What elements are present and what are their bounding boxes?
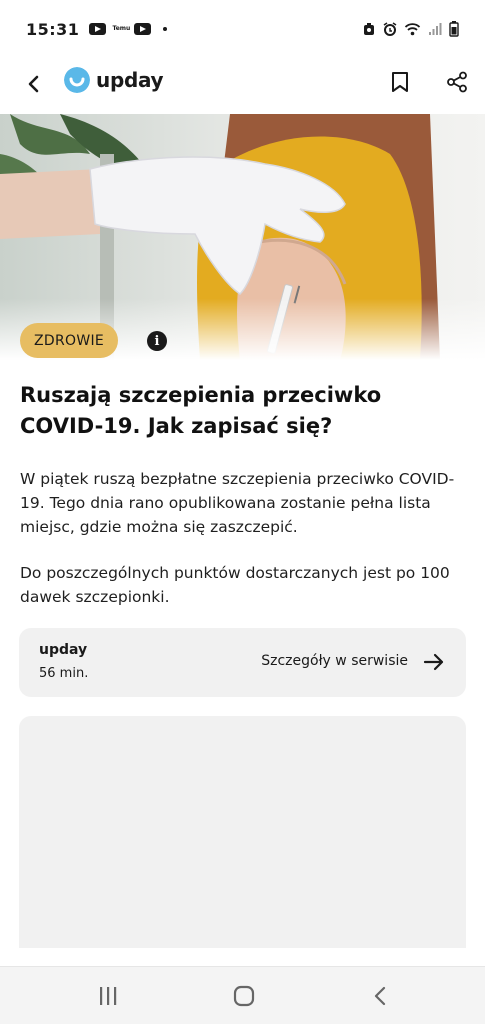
arrow-right-icon[interactable]: [422, 650, 446, 674]
app-header: upday: [0, 58, 485, 114]
back-button[interactable]: [20, 70, 48, 98]
source-card[interactable]: upday 56 min. Szczegóły w serwisie: [19, 628, 466, 697]
battery-icon: [449, 21, 459, 37]
recents-icon[interactable]: [96, 985, 120, 1007]
upday-logo: upday: [64, 67, 164, 93]
youtube-icon: [134, 23, 152, 35]
bookmark-button[interactable]: [386, 68, 414, 96]
article-paragraph: W piątek ruszą bezpłatne szczepienia prz…: [20, 470, 455, 536]
dot-icon: [163, 27, 168, 31]
share-button[interactable]: [443, 68, 471, 96]
source-name: upday: [39, 642, 88, 658]
share-icon: [447, 71, 467, 93]
alarm-clock-icon: [383, 22, 397, 36]
back-chevron-icon[interactable]: [370, 985, 390, 1007]
temu-icon: Temu: [112, 25, 131, 32]
article-title: Ruszają szczepienia przeciwko COVID-19. …: [20, 383, 382, 438]
category-badge[interactable]: ZDROWIE: [20, 323, 119, 358]
youtube-icon: [89, 23, 107, 35]
signal-icon: [429, 23, 442, 35]
chevron-left-icon: [28, 75, 39, 93]
logo-text: upday: [96, 68, 164, 92]
status-time: 15:31: [26, 19, 80, 39]
status-right: [362, 21, 459, 37]
article-paragraph: Do poszczególnych punktów dostarczanych …: [20, 564, 450, 606]
alarm-icon: [364, 23, 374, 35]
home-icon[interactable]: [233, 985, 255, 1007]
upday-smile-icon: [64, 67, 90, 93]
details-link[interactable]: Szczegóły w serwisie: [261, 653, 408, 669]
system-nav-bar: [0, 966, 485, 1024]
bookmark-icon: [392, 72, 408, 92]
status-bar: 15:31 Temu: [0, 0, 485, 58]
info-icon[interactable]: i: [147, 331, 167, 351]
status-left: 15:31 Temu: [26, 19, 168, 39]
content-placeholder: [19, 716, 466, 948]
source-time: 56 min.: [39, 666, 89, 681]
wifi-icon: [404, 23, 421, 36]
